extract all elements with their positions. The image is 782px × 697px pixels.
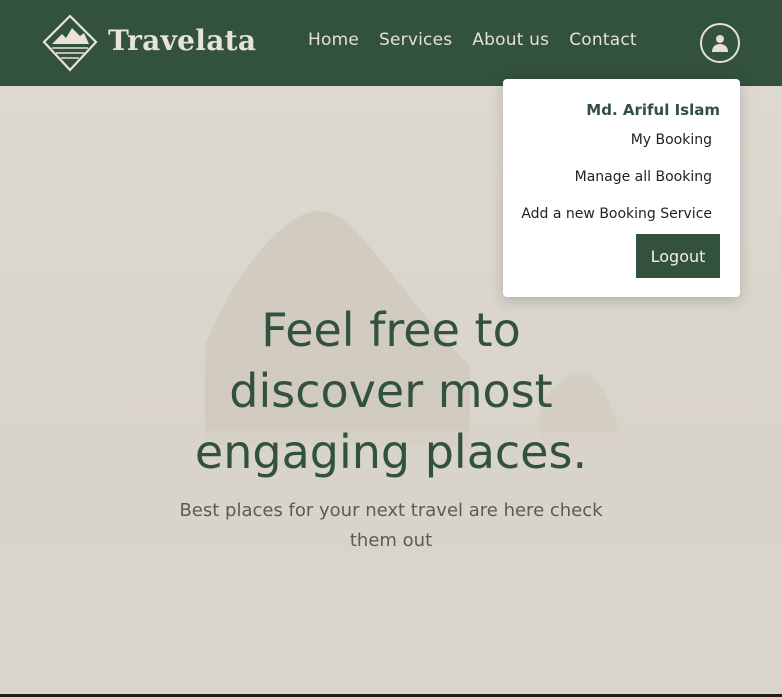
logout-button[interactable]: Logout [636, 234, 720, 278]
top-navbar: Travelata Home Services About us Contact [0, 0, 782, 86]
headline-line: discover most [229, 364, 553, 418]
user-icon [712, 35, 728, 52]
hero-subtext: Best places for your next travel are her… [179, 500, 603, 551]
user-dropdown-menu: Md. Ariful Islam My Booking Manage all B… [503, 79, 740, 297]
menu-item-add-booking-service[interactable]: Add a new Booking Service [521, 206, 712, 222]
brand-name[interactable]: Travelata [108, 24, 256, 57]
nav-about-us[interactable]: About us [472, 30, 549, 50]
hero-headline: Feel free to discover most engaging plac… [0, 300, 782, 483]
user-avatar-button[interactable] [700, 23, 740, 63]
mountain-logo-icon[interactable] [42, 14, 98, 72]
headline-line: Feel free to [261, 303, 521, 357]
nav-services[interactable]: Services [379, 30, 452, 50]
nav-home[interactable]: Home [308, 30, 359, 50]
main-nav: Home Services About us Contact [308, 30, 657, 50]
nav-contact[interactable]: Contact [569, 30, 637, 50]
menu-item-my-booking[interactable]: My Booking [631, 132, 712, 148]
headline-line: engaging places. [194, 425, 588, 479]
user-name: Md. Ariful Islam [586, 101, 720, 119]
menu-item-manage-all-booking[interactable]: Manage all Booking [575, 169, 712, 185]
